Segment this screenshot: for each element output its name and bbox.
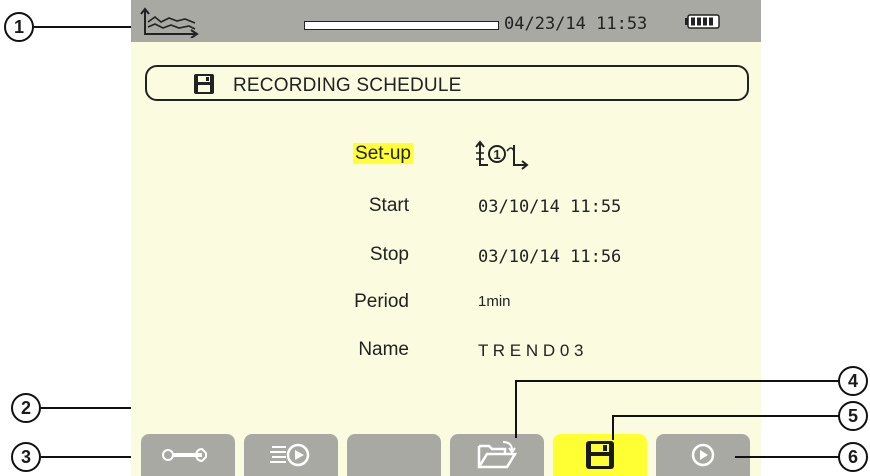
- callout-6-leader: [735, 456, 840, 458]
- callout-4-leader: [515, 380, 840, 382]
- setup-label-text: Set-up: [353, 143, 413, 164]
- list-play-icon: [270, 443, 310, 467]
- period-value[interactable]: 1min: [478, 293, 511, 310]
- status-datetime: 04/23/14 11:53: [504, 14, 648, 34]
- name-value[interactable]: T R E N D 0 3: [478, 341, 584, 361]
- tab-empty[interactable]: [347, 434, 441, 476]
- tab-configuration[interactable]: [141, 434, 235, 476]
- page-title-box: RECORDING SCHEDULE: [145, 65, 749, 101]
- trend-recording-icon: [140, 7, 199, 38]
- device-screen: 04/23/14 11:53 RECORDING SCHEDULE Set-up…: [131, 0, 761, 476]
- callout-6: 6: [838, 442, 868, 472]
- stop-value[interactable]: 03/10/14 11:56: [478, 247, 621, 267]
- wrench-icon: [162, 447, 207, 463]
- svg-text:1: 1: [493, 147, 500, 162]
- stop-label: Stop: [369, 244, 409, 265]
- callout-5-leader: [612, 415, 840, 417]
- callout-4: 4: [838, 366, 868, 396]
- open-folder-icon: [477, 441, 517, 469]
- floppy-disk-icon: [586, 441, 614, 469]
- tab-play[interactable]: [656, 434, 750, 476]
- start-label: Start: [368, 195, 409, 216]
- callout-4-leader-vertical: [515, 380, 517, 438]
- callout-2: 2: [11, 393, 41, 423]
- setup-label[interactable]: Set-up: [293, 143, 413, 165]
- callout-5: 5: [838, 401, 868, 431]
- floppy-disk-icon: [194, 74, 214, 94]
- tab-recording-list[interactable]: [244, 434, 338, 476]
- status-bar: 04/23/14 11:53: [131, 0, 761, 42]
- battery-full-icon: [685, 14, 720, 29]
- callout-5-leader-vertical: [612, 415, 614, 440]
- recording-progress-bar: [304, 21, 499, 30]
- name-label: Name: [358, 339, 409, 360]
- start-value[interactable]: 03/10/14 11:55: [478, 197, 621, 217]
- callout-1: 1: [4, 12, 34, 42]
- callout-3: 3: [11, 442, 41, 472]
- page-title: RECORDING SCHEDULE: [233, 75, 462, 96]
- tab-save[interactable]: [553, 434, 647, 476]
- tab-open-folder[interactable]: [450, 434, 544, 476]
- play-icon: [691, 443, 715, 467]
- period-label: Period: [354, 291, 409, 312]
- config-1-icon[interactable]: 1: [474, 139, 532, 171]
